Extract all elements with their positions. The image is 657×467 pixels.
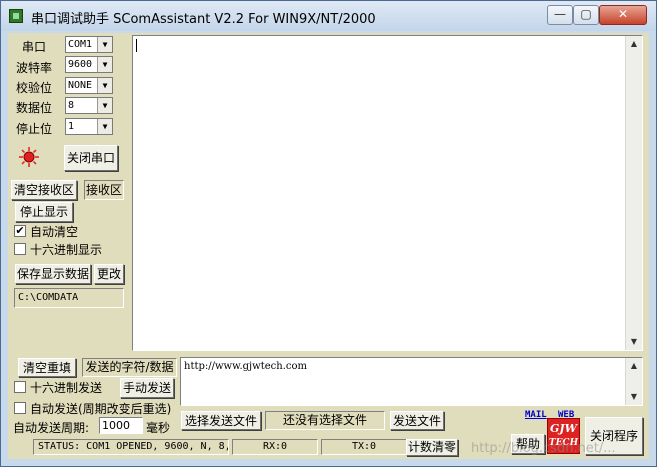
- save-path-display: C:\COMDATA: [14, 288, 124, 308]
- parity-select[interactable]: NONE ▼: [65, 77, 113, 94]
- stopbits-value: 1: [68, 121, 75, 132]
- hex-display-checkbox[interactable]: [14, 243, 26, 255]
- chevron-down-icon[interactable]: ▼: [97, 57, 112, 72]
- receive-scrollbar[interactable]: ▲ ▼: [625, 36, 642, 350]
- status-text: STATUS: COM1 OPENED, 9600, N, 8, 1: [33, 439, 229, 455]
- minimize-button[interactable]: —: [547, 5, 573, 25]
- send-file-button[interactable]: 发送文件: [390, 411, 444, 430]
- clear-resend-button[interactable]: 清空重填: [18, 358, 76, 377]
- selected-file-display: 还没有选择文件: [265, 411, 385, 430]
- save-display-button[interactable]: 保存显示数据: [15, 264, 91, 284]
- send-period-input[interactable]: 1000: [99, 417, 143, 434]
- scroll-up-icon[interactable]: ▲: [626, 36, 642, 52]
- port-label: 串口: [22, 40, 47, 54]
- send-content: http://www.gjwtech.com: [184, 361, 307, 372]
- window-title: 串口调试助手 SComAssistant V2.2 For WIN9X/NT/2…: [31, 12, 376, 27]
- chevron-down-icon[interactable]: ▼: [97, 119, 112, 134]
- reset-counter-button[interactable]: 计数清零: [406, 439, 458, 456]
- select-send-file-button[interactable]: 选择发送文件: [181, 411, 261, 430]
- parity-value: NONE: [68, 80, 93, 91]
- send-data-label: 发送的字符/数据: [82, 358, 177, 377]
- check-icon: ✔: [15, 224, 25, 237]
- receive-textarea[interactable]: ▲ ▼: [132, 35, 643, 351]
- clear-receive-button[interactable]: 清空接收区: [11, 180, 77, 200]
- change-path-button[interactable]: 更改: [94, 264, 124, 284]
- scroll-down-icon[interactable]: ▼: [626, 334, 642, 350]
- receive-area-label: 接收区: [84, 180, 124, 200]
- send-period-label: 自动发送周期:: [13, 421, 90, 435]
- databits-select[interactable]: 8 ▼: [65, 97, 113, 114]
- tx-counter: TX:0: [321, 439, 407, 455]
- send-textarea[interactable]: http://www.gjwtech.com ▲ ▼: [180, 357, 643, 406]
- auto-clear-checkbox[interactable]: ✔: [14, 225, 26, 237]
- send-scrollbar[interactable]: ▲ ▼: [625, 358, 642, 405]
- auto-send-checkbox[interactable]: [14, 402, 26, 414]
- chevron-down-icon[interactable]: ▼: [97, 37, 112, 52]
- port-status-indicator-icon: [19, 147, 39, 167]
- auto-send-label: 自动发送(周期改变后重选): [30, 402, 172, 416]
- send-period-unit: 毫秒: [146, 421, 171, 435]
- databits-label: 数据位: [16, 101, 53, 115]
- chevron-down-icon[interactable]: ▼: [97, 98, 112, 113]
- client-area: 串口 COM1 ▼ 波特率 9600 ▼ 校验位 NONE ▼ 数据位 8 ▼ 停止位 …: [8, 33, 649, 459]
- baud-select[interactable]: 9600 ▼: [65, 56, 113, 73]
- text-cursor: [136, 39, 137, 52]
- baud-value: 9600: [68, 59, 93, 70]
- port-select[interactable]: COM1 ▼: [65, 36, 113, 53]
- baud-label: 波特率: [16, 61, 53, 75]
- scroll-up-icon[interactable]: ▲: [626, 358, 642, 374]
- app-icon: [9, 9, 23, 23]
- scroll-down-icon[interactable]: ▼: [626, 389, 642, 405]
- watermark: http://blog.csdn.net/...: [471, 441, 616, 456]
- hex-display-label: 十六进制显示: [30, 243, 103, 257]
- manual-send-button[interactable]: 手动发送: [120, 378, 174, 398]
- stopbits-label: 停止位: [16, 122, 53, 136]
- close-button[interactable]: ✕: [599, 5, 647, 25]
- parity-label: 校验位: [16, 81, 53, 95]
- rx-counter: RX:0: [232, 439, 318, 455]
- databits-value: 8: [68, 100, 75, 111]
- title-bar: 串口调试助手 SComAssistant V2.2 For WIN9X/NT/2…: [1, 1, 656, 31]
- port-value: COM1: [68, 39, 93, 50]
- stop-display-button[interactable]: 停止显示: [15, 202, 73, 222]
- hex-send-label: 十六进制发送: [30, 381, 103, 395]
- mail-link[interactable]: MAIL: [525, 410, 547, 420]
- auto-clear-label: 自动清空: [30, 225, 79, 239]
- close-port-button[interactable]: 关闭串口: [64, 145, 118, 171]
- chevron-down-icon[interactable]: ▼: [97, 78, 112, 93]
- maximize-button[interactable]: ▢: [573, 5, 599, 25]
- app-window: 串口调试助手 SComAssistant V2.2 For WIN9X/NT/2…: [0, 0, 657, 467]
- logo-text: GJW: [550, 422, 577, 435]
- hex-send-checkbox[interactable]: [14, 381, 26, 393]
- stopbits-select[interactable]: 1 ▼: [65, 118, 113, 135]
